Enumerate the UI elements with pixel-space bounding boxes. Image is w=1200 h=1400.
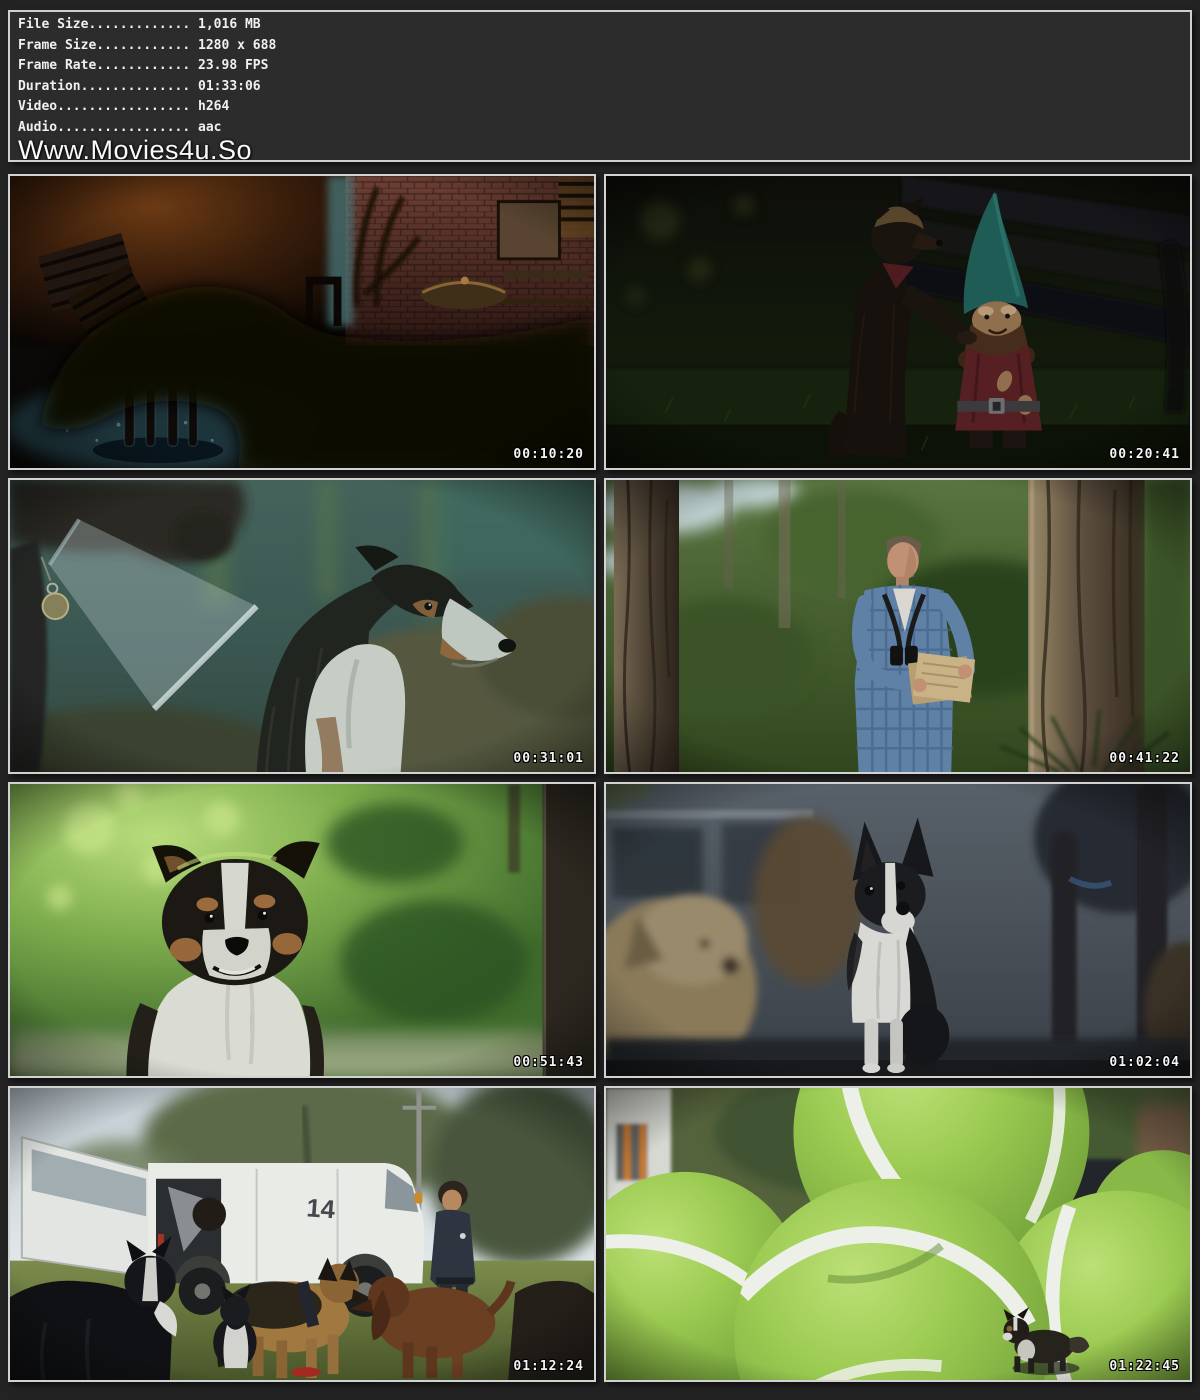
scene-gnome — [606, 176, 1190, 468]
media-info-frame-size: Frame Size............ 1280 x 688 — [18, 36, 1190, 57]
screenshot-thumb-4: 00:41:22 — [604, 478, 1192, 774]
media-info-duration: Duration.............. 01:33:06 — [18, 77, 1190, 98]
media-info-frame-rate: Frame Rate............ 23.98 FPS — [18, 56, 1190, 77]
screenshot-thumb-8: 01:22:45 — [604, 1086, 1192, 1382]
scene-k9-van: 14 — [10, 1088, 594, 1380]
site-watermark: Www.Movies4u.So — [18, 138, 1190, 162]
screenshot-thumb-3: 00:31:01 — [8, 478, 596, 774]
screenshot-thumb-1: 00:10:20 — [8, 174, 596, 470]
timestamp-4: 00:41:22 — [1109, 751, 1180, 766]
scene-barn-cone — [10, 480, 594, 772]
screenshot-thumb-7: 14 — [8, 1086, 596, 1382]
media-info-video: Video................. h264 — [18, 97, 1190, 118]
screenshot-thumb-2: 00:20:41 — [604, 174, 1192, 470]
timestamp-2: 00:20:41 — [1109, 447, 1180, 462]
screenshot-thumb-5: 00:51:43 — [8, 782, 596, 1078]
screenshot-sheet: File Size............. 1,016 MB Frame Si… — [0, 0, 1200, 1382]
scene-aussie-closeup — [10, 784, 594, 1076]
timestamp-1: 00:10:20 — [513, 447, 584, 462]
media-info-file-size: File Size............. 1,016 MB — [18, 15, 1190, 36]
scene-forest-man — [606, 480, 1190, 772]
timestamp-6: 01:02:04 — [1109, 1055, 1180, 1070]
thumbnail-grid: 00:10:20 — [8, 174, 1192, 1382]
screenshot-thumb-6: 01:02:04 — [604, 782, 1192, 1078]
media-info-panel: File Size............. 1,016 MB Frame Si… — [8, 10, 1192, 162]
timestamp-8: 01:22:45 — [1109, 1359, 1180, 1374]
timestamp-7: 01:12:24 — [513, 1359, 584, 1374]
timestamp-3: 00:31:01 — [513, 751, 584, 766]
timestamp-5: 00:51:43 — [513, 1055, 584, 1070]
scene-tennis-balls — [606, 1088, 1190, 1380]
scene-night-yard — [10, 176, 594, 468]
scene-boston-terrier — [606, 784, 1190, 1076]
